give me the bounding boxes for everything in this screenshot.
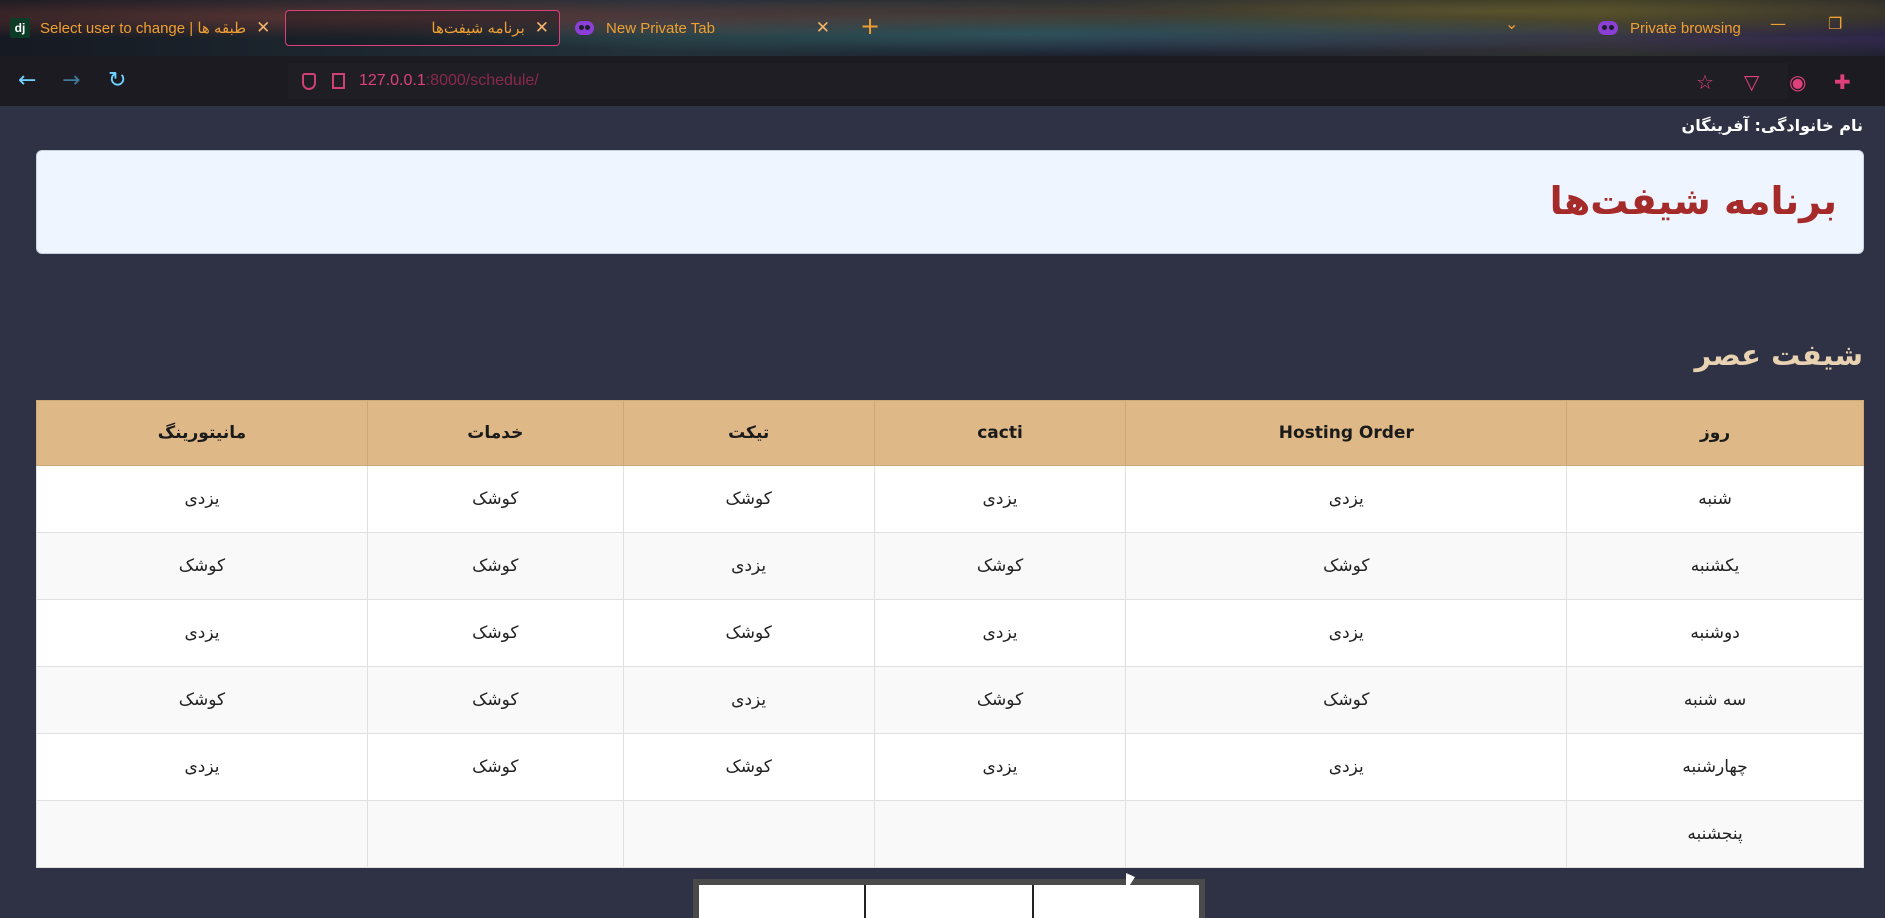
table-cell: کوشک bbox=[366, 532, 624, 600]
table-cell: یزدی bbox=[1125, 465, 1568, 533]
table-cell: کوشک bbox=[1125, 666, 1568, 734]
private-mask-icon bbox=[575, 21, 595, 35]
django-icon: dj bbox=[10, 18, 30, 38]
close-tab-icon[interactable]: ✕ bbox=[816, 18, 830, 38]
column-header: روز bbox=[1566, 400, 1864, 466]
tab-title: برنامه شیفت‌ها bbox=[431, 20, 525, 37]
account-icon[interactable]: ◉ bbox=[1789, 70, 1806, 94]
table-row: یکشنبه کوشک کوشک یزدی کوشک کوشک bbox=[36, 532, 1864, 600]
table-cell: کوشک bbox=[36, 532, 368, 600]
bookmark-star-icon[interactable]: ☆ bbox=[1696, 70, 1714, 94]
url-bar[interactable]: 127.0.0.1 :8000/schedule/ bbox=[288, 63, 1788, 99]
table-header-row: روز Hosting Order cacti تیکت خدمات مانیت… bbox=[36, 400, 1864, 466]
shield-icon[interactable] bbox=[302, 72, 316, 90]
tab-title: New Private Tab bbox=[606, 19, 715, 37]
forward-arrow-icon[interactable]: → bbox=[62, 68, 80, 93]
page-title: برنامه شیفت‌ها bbox=[1549, 179, 1837, 223]
table-cell: یزدی bbox=[873, 465, 1127, 533]
tab-bar: dj Select user to change | طبقه ها ✕ برن… bbox=[0, 0, 1885, 56]
column-header: Hosting Order bbox=[1125, 400, 1568, 466]
url-host: 127.0.0.1 bbox=[359, 72, 426, 89]
table-cell: کوشک bbox=[622, 733, 875, 801]
table-row: چهارشنبه یزدی یزدی کوشک کوشک یزدی bbox=[36, 733, 1864, 801]
table-cell: یزدی bbox=[1125, 733, 1568, 801]
table-cell: یزدی bbox=[36, 599, 368, 667]
list-tabs-chevron-icon[interactable]: ⌄ bbox=[1505, 14, 1518, 33]
table-cell bbox=[873, 800, 1127, 868]
table-cell: کوشک bbox=[366, 599, 624, 667]
tab-schedule-active[interactable]: برنامه شیفت‌ها ✕ bbox=[285, 10, 560, 46]
table-cell bbox=[366, 800, 624, 868]
shift-heading: شیفت عصر bbox=[1694, 338, 1863, 372]
table-cell: کوشک bbox=[36, 666, 368, 734]
tab-new-private[interactable]: New Private Tab ✕ bbox=[575, 10, 830, 46]
table-cell: یزدی bbox=[622, 532, 875, 600]
column-header: تیکت bbox=[622, 400, 875, 466]
table-cell: سه شنبه bbox=[1566, 666, 1864, 734]
reload-icon[interactable]: ↻ bbox=[108, 68, 126, 93]
minimize-icon[interactable]: — bbox=[1770, 14, 1786, 33]
mouse-cursor-icon bbox=[1126, 873, 1135, 891]
table-cell: کوشک bbox=[622, 599, 875, 667]
column-header: خدمات bbox=[366, 400, 624, 466]
table-cell bbox=[1125, 800, 1568, 868]
page-icon[interactable] bbox=[332, 73, 345, 89]
extensions-icon[interactable]: ✚ bbox=[1834, 70, 1851, 94]
table-cell: شنبه bbox=[1566, 465, 1864, 533]
table-row: پنجشنبه bbox=[36, 800, 1864, 868]
restore-icon[interactable]: ❐ bbox=[1828, 14, 1842, 33]
column-header: مانیتورینگ bbox=[36, 400, 368, 466]
new-tab-button[interactable]: + bbox=[860, 12, 880, 40]
tab-title: Select user to change | طبقه ها bbox=[40, 20, 247, 37]
family-name-line: نام خانوادگی: آفرینگان bbox=[1681, 116, 1863, 135]
table-cell: کوشک bbox=[366, 666, 624, 734]
table-cell bbox=[622, 800, 875, 868]
table-cell: کوشک bbox=[366, 465, 624, 533]
table-cell bbox=[699, 885, 867, 918]
table-cell: پنجشنبه bbox=[1566, 800, 1864, 868]
table-cell bbox=[1033, 885, 1199, 918]
table-cell: یکشنبه bbox=[1566, 532, 1864, 600]
table-cell: یزدی bbox=[36, 465, 368, 533]
table-cell: دوشنبه bbox=[1566, 599, 1864, 667]
column-header: cacti bbox=[873, 400, 1127, 466]
schedule-table: روز Hosting Order cacti تیکت خدمات مانیت… bbox=[36, 400, 1864, 868]
private-browsing-indicator: Private browsing bbox=[1598, 10, 1741, 46]
table-cell: یزدی bbox=[36, 733, 368, 801]
table-row: شنبه یزدی یزدی کوشک کوشک یزدی bbox=[36, 465, 1864, 533]
table-row: سه شنبه کوشک کوشک یزدی کوشک کوشک bbox=[36, 666, 1864, 734]
table-cell bbox=[866, 885, 1034, 918]
table-cell: یزدی bbox=[1125, 599, 1568, 667]
url-path: :8000/schedule/ bbox=[425, 72, 539, 89]
table-cell: کوشک bbox=[622, 465, 875, 533]
table-cell: یزدی bbox=[622, 666, 875, 734]
table-cell: کوشک bbox=[1125, 532, 1568, 600]
private-browsing-label: Private browsing bbox=[1630, 19, 1741, 37]
back-arrow-icon[interactable]: ← bbox=[18, 68, 36, 93]
table-cell: کوشک bbox=[873, 532, 1127, 600]
table-cell: کوشک bbox=[366, 733, 624, 801]
table-cell: کوشک bbox=[873, 666, 1127, 734]
table-cell: یزدی bbox=[873, 599, 1127, 667]
title-box: برنامه شیفت‌ها bbox=[36, 150, 1864, 254]
table-cell: چهارشنبه bbox=[1566, 733, 1864, 801]
table-cell bbox=[36, 800, 368, 868]
tab-django-admin[interactable]: dj Select user to change | طبقه ها ✕ bbox=[10, 10, 275, 46]
close-tab-icon[interactable]: ✕ bbox=[256, 18, 270, 38]
close-tab-icon[interactable]: ✕ bbox=[535, 18, 549, 38]
table-row: دوشنبه یزدی یزدی کوشک کوشک یزدی bbox=[36, 599, 1864, 667]
table-cell: یزدی bbox=[873, 733, 1127, 801]
private-mask-icon bbox=[1598, 21, 1618, 35]
pocket-icon[interactable]: ▽ bbox=[1744, 70, 1759, 94]
